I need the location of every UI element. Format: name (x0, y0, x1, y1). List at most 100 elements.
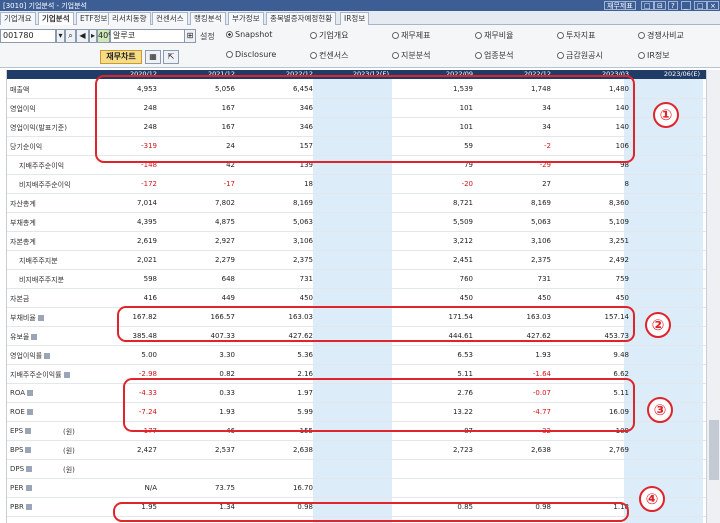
radio-financial-statements[interactable]: 재무제표 (392, 30, 430, 41)
table-cell: 8,169 (292, 199, 313, 207)
dropdown-arrow-icon[interactable]: ▾ (56, 29, 65, 43)
table-cell: 0.82 (219, 370, 235, 378)
table-cell: 5,063 (292, 218, 313, 226)
tab-capital-increase-schedule[interactable]: 종목별증자예정현황 (266, 12, 337, 25)
table-row: 비지배주주순이익 -172 -17 18 -20 27 8 (7, 175, 706, 194)
column-header: 2023/06(E) (663, 70, 700, 78)
financial-statement-button[interactable]: 재무제표 (604, 1, 636, 10)
info-icon[interactable] (25, 447, 32, 453)
row-label: DPS (10, 465, 33, 473)
table-cell: 3,106 (530, 237, 551, 245)
row-label-text: BPS (10, 446, 24, 454)
pct-badge: 40% (97, 29, 116, 43)
annotation-marker-2: ② (645, 312, 671, 338)
radio-ir-info[interactable]: IR정보 (638, 50, 670, 61)
table-row: 자산총계 7,014 7,802 8,169 8,721 8,169 8,360 (7, 194, 706, 213)
restore-icon[interactable]: □ (641, 1, 654, 10)
radio-competitor-comparison[interactable]: 경쟁사비교 (638, 30, 684, 41)
table-cell: -172 (141, 180, 157, 188)
table-cell: 73.75 (214, 484, 235, 492)
table-row: 부채총계 4,395 4,875 5,063 5,509 5,063 5,109 (7, 213, 706, 232)
table-cell: 27 (542, 180, 551, 188)
radio-financial-ratios[interactable]: 재무비율 (475, 30, 513, 41)
vertical-scrollbar[interactable] (706, 70, 720, 523)
info-icon[interactable] (25, 504, 32, 510)
tab-company-overview[interactable]: 기업개요 (0, 12, 36, 25)
row-label-text: DPS (10, 465, 25, 473)
layout-icon[interactable]: ⊟ (654, 1, 666, 10)
tab-extra-info[interactable]: 부가정보 (228, 12, 264, 25)
row-label-text: 자산총계 (10, 200, 36, 208)
radio-company-overview[interactable]: 기업개요 (310, 30, 348, 41)
table-cell: -17 (223, 180, 235, 188)
search-icon[interactable]: ⌕ (65, 29, 76, 43)
row-label-text: 매출액 (10, 86, 30, 94)
help-icon[interactable]: ? (668, 1, 678, 10)
radio-consensus[interactable]: 컨센서스 (310, 50, 348, 61)
info-icon[interactable] (63, 372, 70, 378)
table-cell: 450 (299, 294, 313, 302)
table-row: 자본총계 2,619 2,927 3,106 3,212 3,106 3,251 (7, 232, 706, 251)
row-label: 당기순이익 (10, 142, 42, 152)
tab-research-trend[interactable]: 리서치동향 (108, 12, 151, 25)
scroll-arrow-icon[interactable]: ▸ (89, 29, 97, 43)
radio-ownership-analysis[interactable]: 지분분석 (392, 50, 430, 61)
unit-label: (원) (63, 466, 75, 474)
minimize-icon[interactable]: _ (681, 1, 691, 10)
radio-investment-indicators[interactable]: 투자지표 (557, 30, 595, 41)
table-cell: 2,927 (214, 237, 235, 245)
radio-industry-analysis[interactable]: 업종분석 (475, 50, 513, 61)
table-cell: 450 (459, 294, 473, 302)
financial-chart-button[interactable]: 재무차트 (100, 50, 142, 64)
table-cell: 449 (221, 294, 235, 302)
radio-fss-disclosure[interactable]: 금감원공시 (557, 50, 603, 61)
row-label-text: 비지배주주지분 (19, 276, 65, 284)
tab-ir-info[interactable]: IR정보 (340, 12, 370, 25)
row-label-text: PBR (10, 503, 24, 511)
table-cell: 3,106 (292, 237, 313, 245)
highlight-box-2 (117, 306, 635, 342)
info-icon[interactable] (37, 315, 44, 321)
info-icon[interactable] (44, 353, 51, 359)
row-label: 매출액 (10, 85, 29, 95)
settings-label[interactable]: 설정 (200, 31, 215, 42)
table-cell: 760 (459, 275, 473, 283)
lookup-icon[interactable]: ⊞ (184, 29, 196, 43)
info-icon[interactable] (27, 390, 34, 396)
row-label: EPS (10, 427, 32, 435)
export-icon[interactable]: ⇱ (163, 50, 179, 64)
info-icon[interactable] (26, 466, 33, 472)
grid-icon[interactable]: ▦ (145, 50, 161, 64)
tab-consensus[interactable]: 컨센서스 (152, 12, 188, 25)
maximize-icon[interactable]: □ (694, 1, 707, 10)
row-label: BPS (10, 446, 32, 454)
scrollbar-thumb[interactable] (709, 420, 719, 480)
close-icon[interactable]: × (707, 1, 719, 10)
table-cell: 2,769 (608, 446, 629, 454)
radio-snapshot[interactable]: Snapshot (226, 30, 272, 39)
info-icon[interactable] (25, 485, 32, 491)
tab-ranking-analysis[interactable]: 랭킹분석 (190, 12, 226, 25)
stock-code-input[interactable]: 001780 (0, 29, 56, 43)
info-icon[interactable] (31, 334, 38, 340)
table-row: 지배주주지분 2,021 2,279 2,375 2,451 2,375 2,492 (7, 251, 706, 270)
row-label: PER (10, 484, 32, 492)
speaker-icon[interactable]: ◀ (76, 29, 89, 43)
table-cell: 7,014 (136, 199, 157, 207)
row-label-text: 영업이익(발표기준) (10, 124, 67, 132)
tab-etf-info[interactable]: ETF정보 (76, 12, 112, 25)
info-icon[interactable] (25, 428, 32, 434)
tab-company-analysis[interactable]: 기업분석 (38, 12, 74, 26)
table-cell: 759 (615, 275, 629, 283)
annotation-marker-4: ④ (639, 486, 665, 512)
table-cell: 2,451 (452, 256, 473, 264)
row-label: PBR (10, 503, 32, 511)
table-cell: 731 (537, 275, 551, 283)
table-cell: 9.48 (613, 351, 629, 359)
radio-disclosure[interactable]: Disclosure (226, 50, 276, 59)
row-label: 부채총계 (10, 218, 36, 228)
table-cell: 5,109 (608, 218, 629, 226)
table-cell: -1.64 (532, 370, 551, 378)
table-cell: 2,638 (530, 446, 551, 454)
info-icon[interactable] (26, 409, 33, 415)
